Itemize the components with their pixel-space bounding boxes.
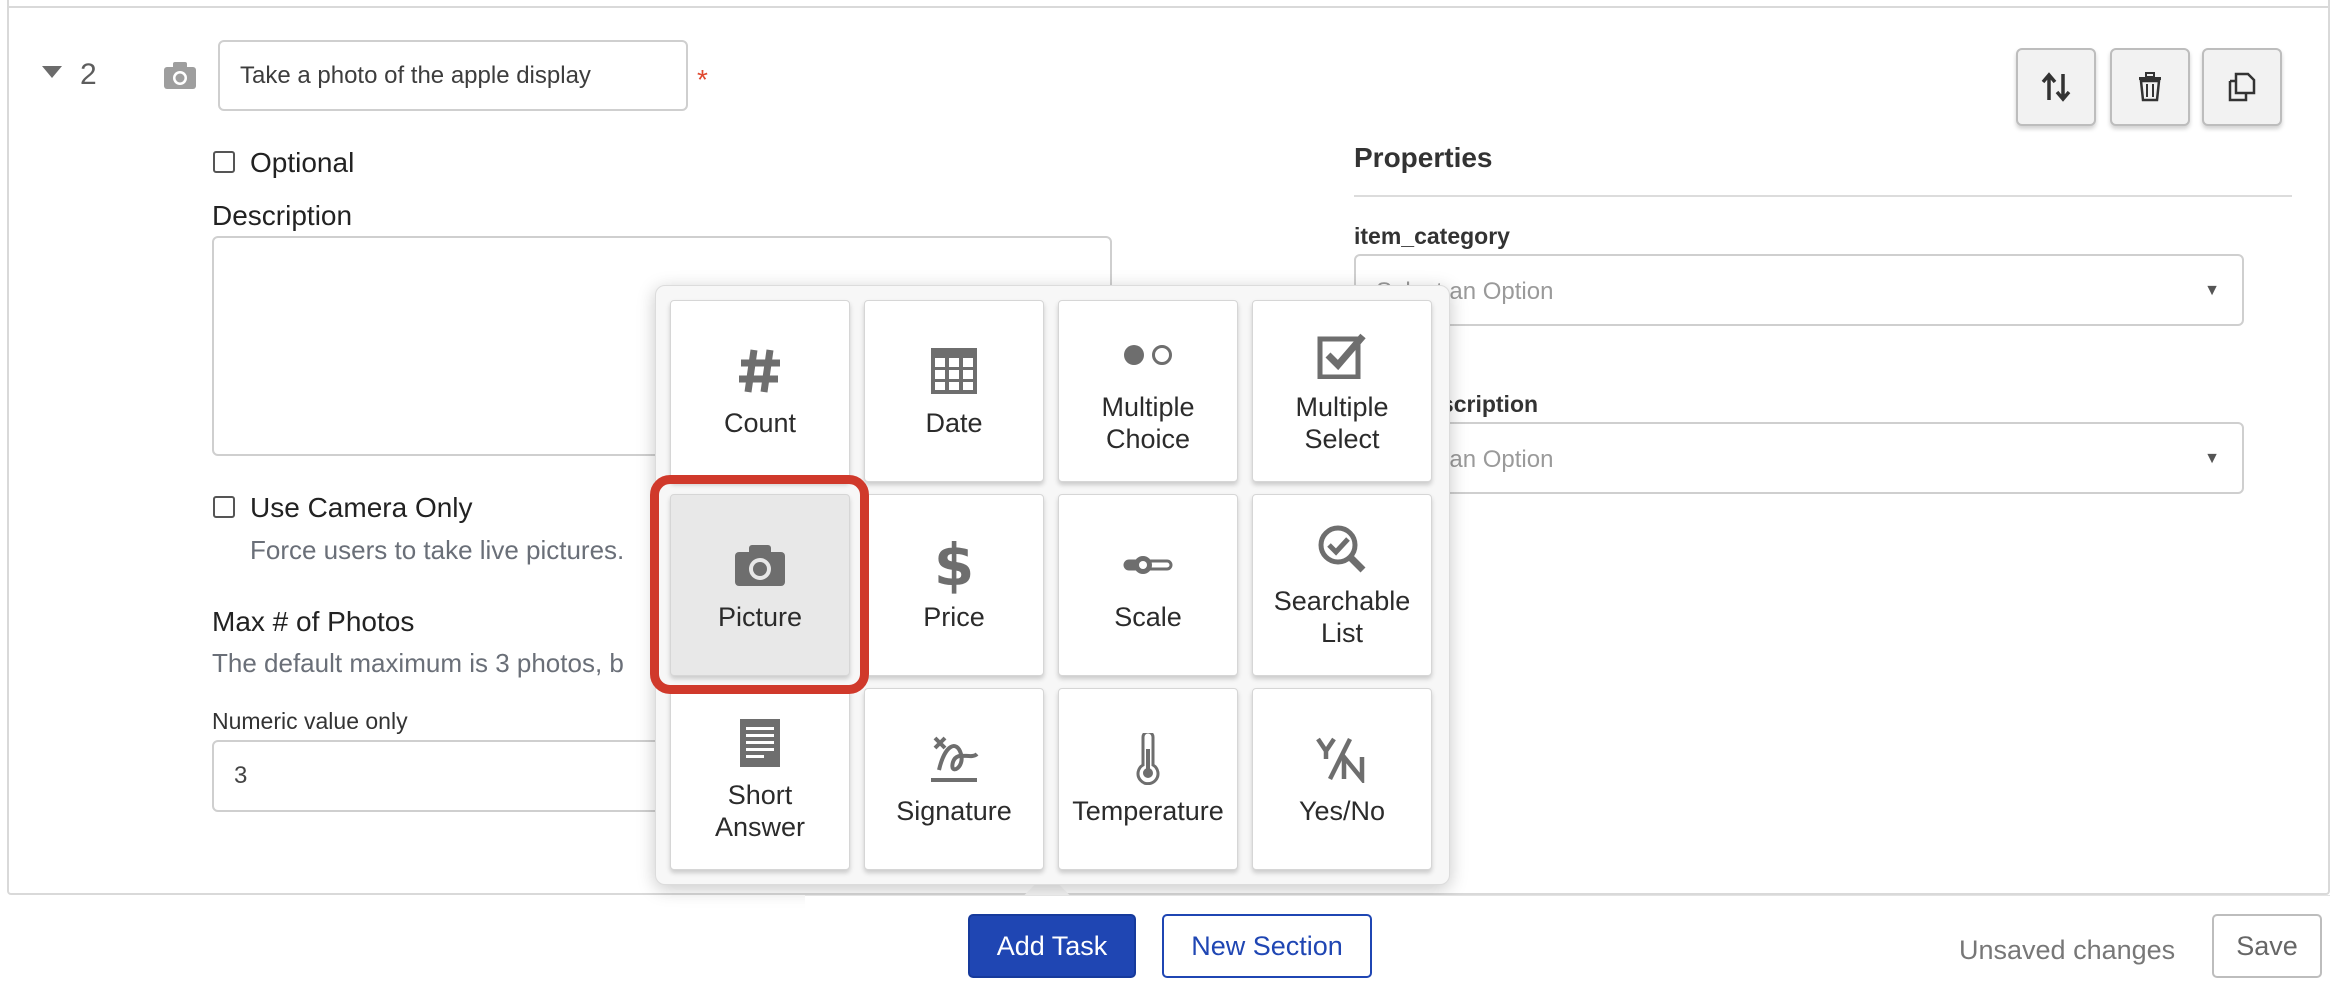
task-type-multiple-choice[interactable]: Multiple Choice — [1058, 300, 1238, 482]
dropdown-arrow-icon: ▼ — [2204, 450, 2220, 467]
thermometer-icon — [1136, 733, 1160, 785]
use-camera-label: Use Camera Only — [250, 492, 473, 523]
required-indicator: * — [697, 64, 708, 95]
description-label: Description — [212, 200, 353, 231]
max-photos-input[interactable] — [212, 740, 732, 812]
task-title-input[interactable] — [218, 40, 688, 111]
tile-label: Yes/No — [1298, 796, 1386, 826]
task-type-temperature[interactable]: Temperature — [1058, 688, 1238, 870]
tile-label: Temperature — [1072, 796, 1224, 826]
tile-label: Multiple Select — [1295, 392, 1389, 454]
max-photos-label: Max # of Photos — [212, 606, 415, 637]
item-description-select[interactable]: Select an Option ▼ — [1354, 422, 2244, 494]
use-camera-hint: Force users to take live pictures. — [250, 535, 625, 565]
task-type-yes-no[interactable]: Yes/No — [1252, 688, 1432, 870]
add-task-button[interactable]: Add Task — [968, 914, 1136, 978]
tile-label: Count — [723, 408, 797, 438]
tile-label: Price — [923, 602, 985, 632]
signature-icon — [931, 736, 979, 782]
tile-label: Date — [925, 408, 983, 438]
use-camera-checkbox[interactable] — [213, 496, 235, 518]
dollar-icon: $ — [933, 531, 975, 599]
reorder-button[interactable] — [2016, 48, 2096, 126]
hash-icon — [739, 349, 780, 393]
task-number: 2 — [80, 58, 97, 91]
max-photos-hint: The default maximum is 3 photos, b — [212, 648, 624, 678]
checkbox-select-icon — [1317, 333, 1366, 379]
properties-heading: Properties — [1354, 142, 1493, 173]
yes-no-icon — [1316, 737, 1365, 783]
task-type-searchable-list[interactable]: Searchable List — [1252, 494, 1432, 676]
item-category-select[interactable]: Select an Option ▼ — [1354, 254, 2244, 326]
property-label: item_category — [1354, 223, 1510, 249]
unsaved-status: Unsaved changes — [1959, 935, 2176, 965]
task-type-multiple-select[interactable]: Multiple Select — [1252, 300, 1432, 482]
calendar-icon — [931, 348, 977, 394]
document-lines-icon — [740, 719, 780, 767]
search-check-icon — [1318, 525, 1366, 573]
tile-label: Searchable List — [1273, 586, 1411, 648]
task-type-short-answer[interactable]: Short Answer — [670, 688, 850, 870]
optional-checkbox[interactable] — [213, 151, 235, 173]
task-type-signature[interactable]: Signature — [864, 688, 1044, 870]
delete-task-button[interactable] — [2110, 48, 2190, 126]
task-type-count[interactable]: Count — [670, 300, 850, 482]
dropdown-arrow-icon: ▼ — [2204, 282, 2220, 299]
properties-divider — [1354, 195, 2292, 197]
camera-icon — [164, 62, 196, 89]
tile-label: Scale — [1114, 602, 1182, 632]
slider-icon — [1123, 556, 1173, 574]
selection-highlight — [650, 475, 869, 694]
duplicate-task-button[interactable] — [2202, 48, 2282, 126]
new-section-button[interactable]: New Section — [1162, 914, 1372, 978]
collapse-caret-icon[interactable] — [42, 66, 62, 78]
optional-label: Optional — [250, 147, 355, 178]
task-type-date[interactable]: Date — [864, 300, 1044, 482]
tile-label: Short Answer — [714, 780, 806, 842]
tile-label: Multiple Choice — [1101, 392, 1195, 454]
save-button[interactable]: Save — [2212, 914, 2322, 978]
sort-arrows-icon — [2041, 72, 2071, 102]
task-type-price[interactable]: $ Price — [864, 494, 1044, 676]
radio-choice-icon — [1124, 345, 1172, 365]
trash-icon — [2139, 72, 2161, 102]
card-top-border — [7, 6, 2330, 8]
task-type-scale[interactable]: Scale — [1058, 494, 1238, 676]
numeric-label: Numeric value only — [212, 708, 408, 734]
copy-icon — [2228, 72, 2256, 102]
tile-label: Signature — [896, 796, 1012, 826]
